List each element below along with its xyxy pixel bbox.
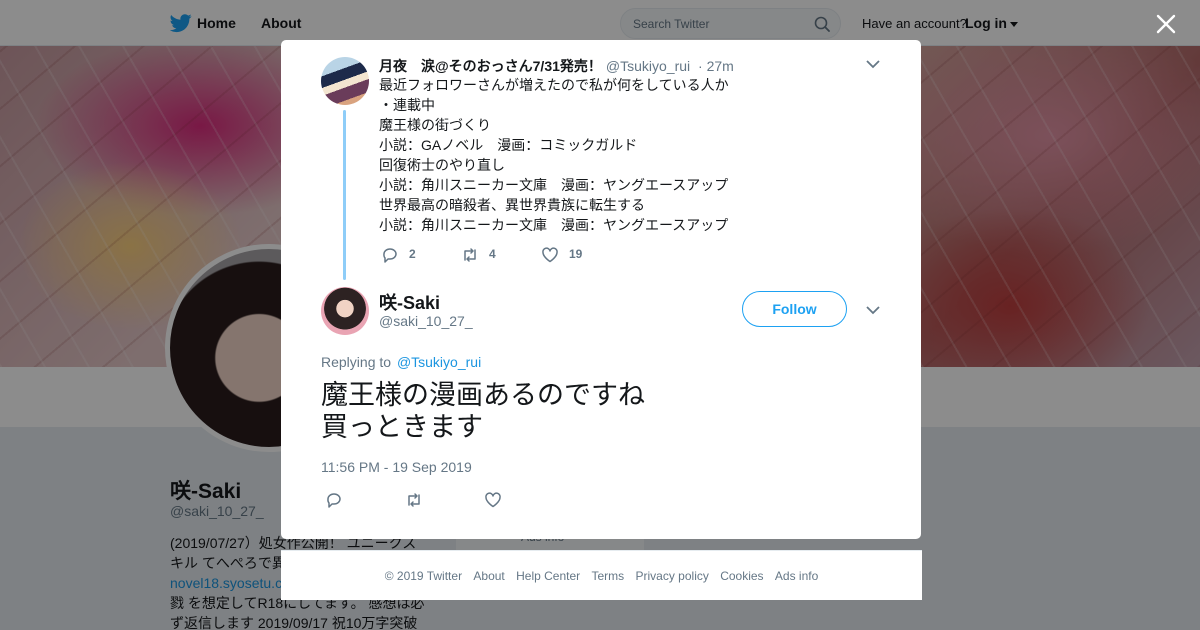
parent-tweet-text: 最近フォロワーさんが増えたので私が何をしている人か ・連載中 魔王様の街づくり … xyxy=(379,75,779,235)
tweet-text-line: ・連載中 xyxy=(379,97,435,113)
replying-to-link[interactable]: @Tsukiyo_rui xyxy=(397,354,481,370)
main-tweet-author-handle[interactable]: @saki_10_27_ xyxy=(379,313,473,329)
heart-icon[interactable] xyxy=(541,246,559,264)
tweet-text-line: 買っときます xyxy=(321,412,483,442)
main-tweet-author-name[interactable]: 咲-Saki xyxy=(379,289,440,315)
footer-link-terms[interactable]: Terms xyxy=(591,569,624,583)
reply-icon[interactable] xyxy=(381,246,399,264)
tweet-text-line: 小説：角川スニーカー文庫 漫画：ヤングエースアップ xyxy=(379,217,729,233)
retweet-icon[interactable] xyxy=(461,246,479,264)
reply-icon[interactable] xyxy=(325,491,343,509)
tweet-timestamp[interactable]: 11:56 PM - 19 Sep 2019 xyxy=(321,459,472,475)
tweet-text-line: 小説：角川スニーカー文庫 漫画：ヤングエースアップ xyxy=(379,177,729,193)
reply-count: 2 xyxy=(409,247,416,261)
thread-connector-line xyxy=(343,110,346,280)
footer-link-cookies[interactable]: Cookies xyxy=(720,569,763,583)
tweet-text-line: 小説：GAノベル 漫画：コミックガルド xyxy=(379,137,638,153)
main-tweet-avatar[interactable] xyxy=(321,287,369,335)
tweet-modal: 月夜 涙@そのおっさん7/31発売！ @Tsukiyo_rui · 27m 最近フ… xyxy=(281,40,921,539)
footer-link-ads-info[interactable]: Ads info xyxy=(775,569,818,583)
footer-link-help-center[interactable]: Help Center xyxy=(516,569,580,583)
parent-tweet-author-handle[interactable]: @Tsukiyo_rui xyxy=(606,58,690,74)
tweet-text-line: 最近フォロワーさんが増えたので私が何をしている人か xyxy=(379,77,729,93)
retweet-icon[interactable] xyxy=(405,491,423,509)
replying-to-label: Replying to xyxy=(321,354,392,370)
footer-link-about[interactable]: About xyxy=(473,569,504,583)
retweet-count: 4 xyxy=(489,247,496,261)
close-icon[interactable] xyxy=(1154,12,1178,36)
heart-icon[interactable] xyxy=(484,491,502,509)
tweet-text-line: 回復術士のやり直し xyxy=(379,157,505,173)
chevron-down-icon[interactable] xyxy=(866,60,880,69)
main-tweet-text: 魔王様の漫画あるのですね 買っときます xyxy=(321,379,881,443)
parent-tweet-avatar[interactable] xyxy=(321,57,369,105)
footer-bar: © 2019 Twitter About Help Center Terms P… xyxy=(281,550,922,600)
tweet-text-line: 魔王様の街づくり xyxy=(379,117,491,133)
tweet-text-line: 魔王様の漫画あるのですね xyxy=(321,380,645,410)
follow-button[interactable]: Follow xyxy=(742,291,847,327)
parent-tweet-author-name[interactable]: 月夜 涙@そのおっさん7/31発売！ xyxy=(379,58,602,74)
footer-links: © 2019 Twitter About Help Center Terms P… xyxy=(281,569,922,583)
replying-to-line: Replying to @Tsukiyo_rui xyxy=(321,354,481,370)
footer-copyright: © 2019 Twitter xyxy=(384,569,463,583)
footer-link-privacy[interactable]: Privacy policy xyxy=(636,569,709,583)
parent-tweet-header: 月夜 涙@そのおっさん7/31発売！ @Tsukiyo_rui · 27m xyxy=(379,56,734,76)
parent-tweet-time[interactable]: · 27m xyxy=(698,58,734,74)
tweet-text-line: 世界最高の暗殺者、異世界貴族に転生する xyxy=(379,197,645,213)
like-count: 19 xyxy=(569,247,583,261)
chevron-down-icon[interactable] xyxy=(866,306,880,315)
